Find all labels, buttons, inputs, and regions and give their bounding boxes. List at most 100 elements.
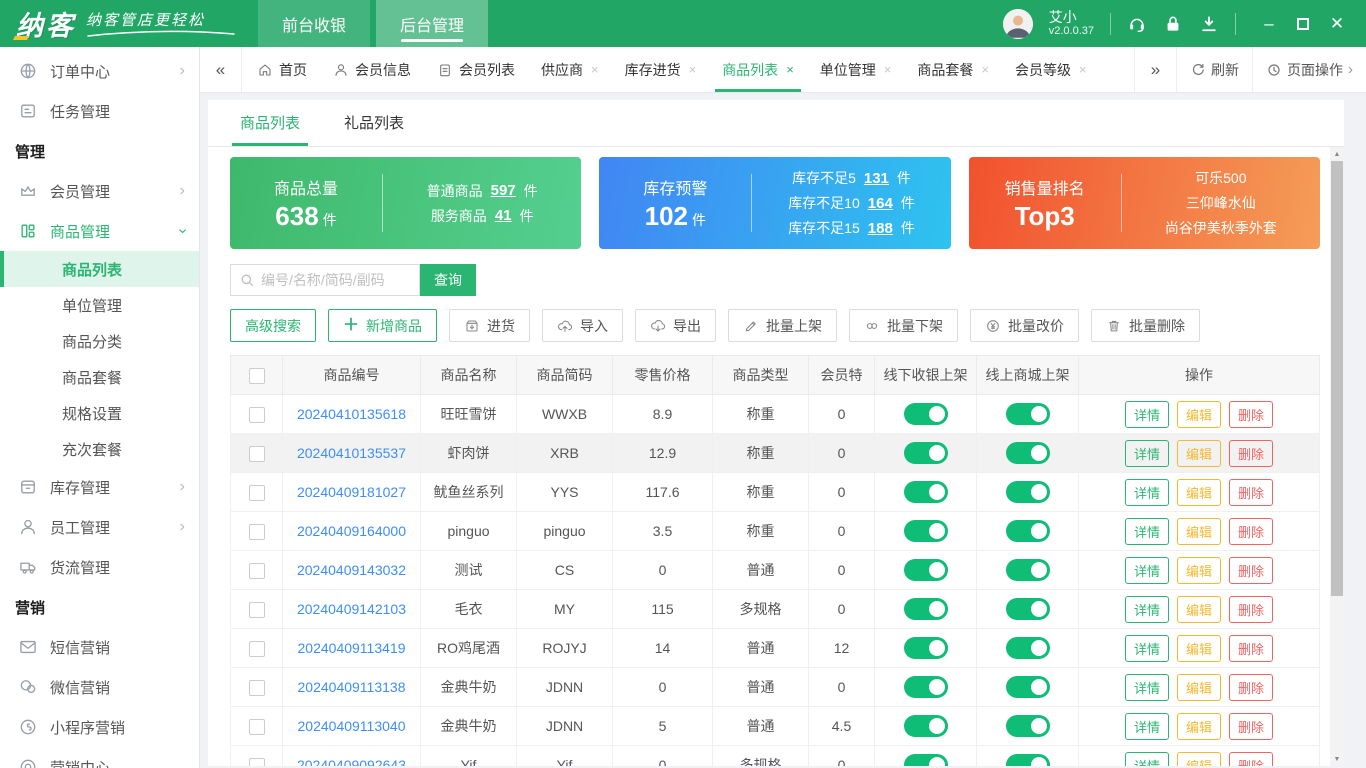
offline-pos-toggle[interactable] — [903, 559, 948, 581]
row-action-edit-button[interactable]: 编辑 — [1176, 400, 1221, 428]
sidebar-item-12[interactable]: 员工管理 › — [0, 507, 199, 547]
offline-pos-toggle[interactable] — [903, 676, 948, 698]
search-button[interactable]: 查询 — [420, 264, 476, 296]
offline-pos-toggle[interactable] — [903, 598, 948, 620]
select-all-checkbox[interactable] — [248, 367, 265, 384]
product-code-link[interactable]: 20240410135618 — [297, 406, 406, 422]
offline-pos-toggle[interactable] — [903, 715, 948, 737]
row-checkbox[interactable] — [248, 445, 265, 462]
product-code-link[interactable]: 20240409181027 — [297, 484, 406, 500]
sidebar-item-3[interactable]: 会员管理 › — [0, 171, 199, 211]
sidebar-item-13[interactable]: 货流管理 — [0, 547, 199, 587]
sidebar-subitem-10[interactable]: 充次套餐 — [0, 431, 199, 467]
online-mall-toggle[interactable] — [1005, 637, 1050, 659]
offline-pos-toggle[interactable] — [903, 637, 948, 659]
toolbar-button-5[interactable]: 批量上架 — [728, 309, 838, 342]
row-action-delete-button[interactable]: 删除 — [1229, 712, 1274, 740]
row-checkbox[interactable] — [248, 484, 265, 501]
sidebar-subitem-9[interactable]: 规格设置 — [0, 395, 199, 431]
page-tab-1[interactable]: 会员信息 — [320, 47, 424, 92]
scrollbar-down-arrow[interactable]: ▼ — [1330, 752, 1344, 766]
sidebar-item-11[interactable]: 库存管理 › — [0, 467, 199, 507]
toolbar-button-0[interactable]: 高级搜索 — [230, 309, 316, 342]
sidebar-subitem-8[interactable]: 商品套餐 — [0, 359, 199, 395]
offline-pos-toggle[interactable] — [903, 754, 948, 766]
toolbar-button-8[interactable]: 批量删除 — [1091, 309, 1201, 342]
row-action-delete-button[interactable]: 删除 — [1229, 517, 1274, 545]
tabs-expand-button[interactable]: » — [1134, 47, 1176, 92]
scrollbar-thumb[interactable] — [1331, 161, 1343, 596]
row-action-edit-button[interactable]: 编辑 — [1176, 751, 1221, 766]
headset-icon[interactable] — [1127, 14, 1147, 34]
page-tab-8[interactable]: 会员等级 × — [1002, 47, 1100, 92]
page-tab-2[interactable]: 会员列表 — [424, 47, 528, 92]
page-operations-button[interactable]: 页面操作 › — [1252, 47, 1366, 92]
row-action-edit-button[interactable]: 编辑 — [1176, 478, 1221, 506]
row-action-edit-button[interactable]: 编辑 — [1176, 673, 1221, 701]
offline-pos-toggle[interactable] — [903, 520, 948, 542]
refresh-button[interactable]: 刷新 — [1176, 47, 1252, 92]
row-action-detail-button[interactable]: 详情 — [1124, 517, 1169, 545]
row-action-delete-button[interactable]: 删除 — [1229, 439, 1274, 467]
toolbar-button-7[interactable]: 批量改价 — [970, 309, 1080, 342]
row-action-detail-button[interactable]: 详情 — [1124, 439, 1169, 467]
row-checkbox[interactable] — [248, 562, 265, 579]
row-action-delete-button[interactable]: 删除 — [1229, 751, 1274, 766]
row-action-detail-button[interactable]: 详情 — [1124, 400, 1169, 428]
product-code-link[interactable]: 20240410135537 — [297, 445, 406, 461]
sidebar-item-1[interactable]: 任务管理 — [0, 91, 199, 131]
row-action-detail-button[interactable]: 详情 — [1124, 556, 1169, 584]
row-checkbox[interactable] — [248, 406, 265, 423]
row-action-delete-button[interactable]: 删除 — [1229, 478, 1274, 506]
row-checkbox[interactable] — [248, 523, 265, 540]
sidebar-subitem-6[interactable]: 单位管理 — [0, 287, 199, 323]
row-action-edit-button[interactable]: 编辑 — [1176, 517, 1221, 545]
product-code-link[interactable]: 20240409113040 — [298, 718, 406, 734]
row-checkbox[interactable] — [248, 679, 265, 696]
sidebar-item-17[interactable]: 小程序营销 — [0, 707, 199, 747]
sidebar-item-15[interactable]: 短信营销 — [0, 627, 199, 667]
scrollbar-up-arrow[interactable]: ▲ — [1330, 147, 1344, 161]
offline-pos-toggle[interactable] — [903, 403, 948, 425]
tab-close-icon[interactable]: × — [1079, 62, 1087, 77]
sidebar-item-16[interactable]: 微信营销 — [0, 667, 199, 707]
product-code-link[interactable]: 20240409113138 — [298, 679, 406, 695]
close-button[interactable]: ✕ — [1320, 0, 1354, 47]
top-nav-0[interactable]: 前台收银 — [258, 0, 371, 47]
row-action-detail-button[interactable]: 详情 — [1124, 634, 1169, 662]
page-tab-6[interactable]: 单位管理 × — [807, 47, 905, 92]
row-action-detail-button[interactable]: 详情 — [1124, 595, 1169, 623]
offline-pos-toggle[interactable] — [903, 481, 948, 503]
row-action-delete-button[interactable]: 删除 — [1229, 556, 1274, 584]
row-action-delete-button[interactable]: 删除 — [1229, 595, 1274, 623]
product-code-link[interactable]: 20240409142103 — [297, 601, 406, 617]
online-mall-toggle[interactable] — [1005, 598, 1050, 620]
toolbar-button-3[interactable]: 导入 — [542, 309, 624, 342]
sidebar-item-4[interactable]: 商品管理 › — [0, 211, 199, 251]
maximize-button[interactable] — [1286, 0, 1320, 47]
row-action-edit-button[interactable]: 编辑 — [1176, 595, 1221, 623]
search-input[interactable] — [261, 272, 419, 288]
row-action-delete-button[interactable]: 删除 — [1229, 634, 1274, 662]
product-code-link[interactable]: 20240409164000 — [297, 523, 406, 539]
row-checkbox[interactable] — [248, 718, 265, 735]
online-mall-toggle[interactable] — [1005, 481, 1050, 503]
top-nav-1[interactable]: 后台管理 — [376, 0, 489, 47]
row-checkbox[interactable] — [248, 757, 265, 766]
sidebar-item-18[interactable]: 营销中心 — [0, 747, 199, 768]
row-action-detail-button[interactable]: 详情 — [1124, 751, 1169, 766]
row-checkbox[interactable] — [248, 601, 265, 618]
tab-product-list[interactable]: 商品列表 — [231, 112, 309, 146]
toolbar-button-1[interactable]: ＋新增商品 — [328, 309, 438, 342]
sidebar-subitem-5[interactable]: 商品列表 — [0, 251, 199, 287]
tab-close-icon[interactable]: × — [689, 62, 697, 77]
page-tab-3[interactable]: 供应商 × — [528, 47, 612, 92]
online-mall-toggle[interactable] — [1005, 403, 1050, 425]
row-action-detail-button[interactable]: 详情 — [1124, 712, 1169, 740]
toolbar-button-6[interactable]: 批量下架 — [849, 309, 959, 342]
offline-pos-toggle[interactable] — [903, 442, 948, 464]
tab-close-icon[interactable]: × — [786, 62, 794, 77]
page-tab-5[interactable]: 商品列表 × — [709, 47, 807, 92]
online-mall-toggle[interactable] — [1005, 754, 1050, 766]
product-code-link[interactable]: 20240409092643 — [297, 757, 406, 766]
